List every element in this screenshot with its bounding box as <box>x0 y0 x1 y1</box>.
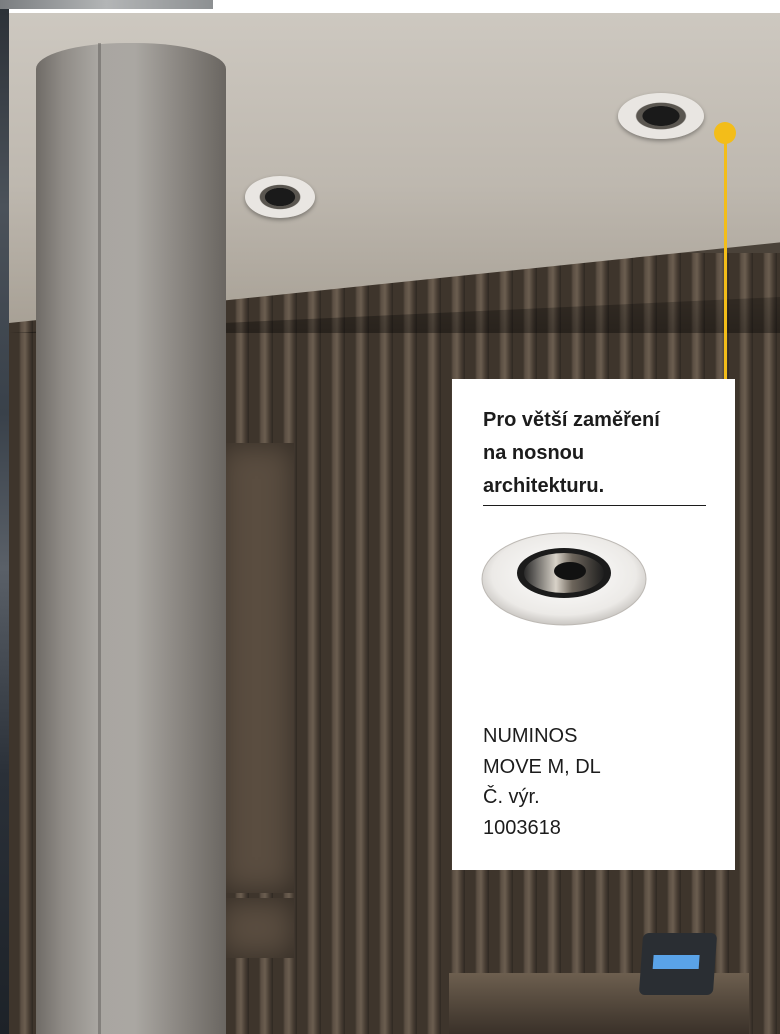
wall-panel-lower <box>219 898 294 958</box>
product-name-line1: NUMINOS <box>483 725 578 747</box>
concrete-pillar <box>36 43 226 1034</box>
recessed-downlight-product-image <box>481 532 647 626</box>
top-edge-photo <box>0 0 213 9</box>
product-name-line2: MOVE M, DL <box>483 755 601 778</box>
callout-divider <box>483 505 706 506</box>
callout-title: Pro větší zaměření na nosnou architektur… <box>483 409 660 497</box>
ceiling-downlight-icon <box>618 93 704 139</box>
product-callout-card: Pro větší zaměření na nosnou architektur… <box>452 379 735 870</box>
left-edge-photo <box>0 0 9 1034</box>
article-label: Č. výr. <box>483 786 540 808</box>
ceiling-downlight-icon <box>245 176 315 218</box>
payment-terminal-icon <box>638 933 718 995</box>
article-number: 1003618 <box>483 816 561 839</box>
terminal-screen <box>652 955 700 969</box>
product-spec: NUMINOS MOVE M, DL Č. výr. 1003618 <box>483 721 713 843</box>
wall-panel-left <box>219 443 294 893</box>
